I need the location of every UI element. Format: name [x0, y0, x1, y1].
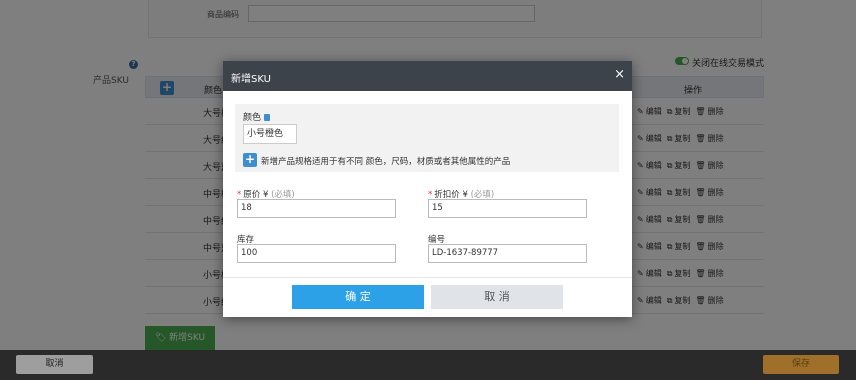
lock-icon[interactable]: [264, 114, 271, 121]
discount-price-input[interactable]: 15: [428, 199, 587, 218]
add-attr-description: 新增产品规格适用于有不同 颜色，尺码，材质或者其他属性的产品: [261, 157, 511, 167]
close-icon[interactable]: ×: [614, 67, 625, 83]
footer-bar: [0, 350, 856, 380]
confirm-button[interactable]: 确 定: [292, 285, 424, 309]
stock-input[interactable]: 100: [237, 244, 396, 263]
modal-title: 新增SKU: [231, 74, 271, 85]
modal-cancel-button[interactable]: 取 消: [431, 285, 563, 309]
plus-icon[interactable]: +: [243, 153, 257, 167]
attribute-section: 颜色 小号橙色 + 新增产品规格适用于有不同 颜色，尺码，材质或者其他属性的产品: [235, 104, 619, 172]
footer-cancel-button[interactable]: 取消: [16, 355, 93, 374]
modal-divider: [223, 277, 632, 278]
price-input[interactable]: 18: [237, 199, 396, 218]
color-attr-label: 颜色: [243, 110, 271, 123]
add-sku-modal: 新增SKU × 颜色 小号橙色 + 新增产品规格适用于有不同 颜色，尺码，材质或…: [223, 61, 632, 317]
serial-number-input[interactable]: LD-1637-89777: [428, 244, 587, 263]
color-attr-input[interactable]: 小号橙色: [243, 124, 297, 144]
modal-header: 新增SKU ×: [223, 61, 632, 91]
footer-save-button[interactable]: 保存: [763, 355, 839, 374]
